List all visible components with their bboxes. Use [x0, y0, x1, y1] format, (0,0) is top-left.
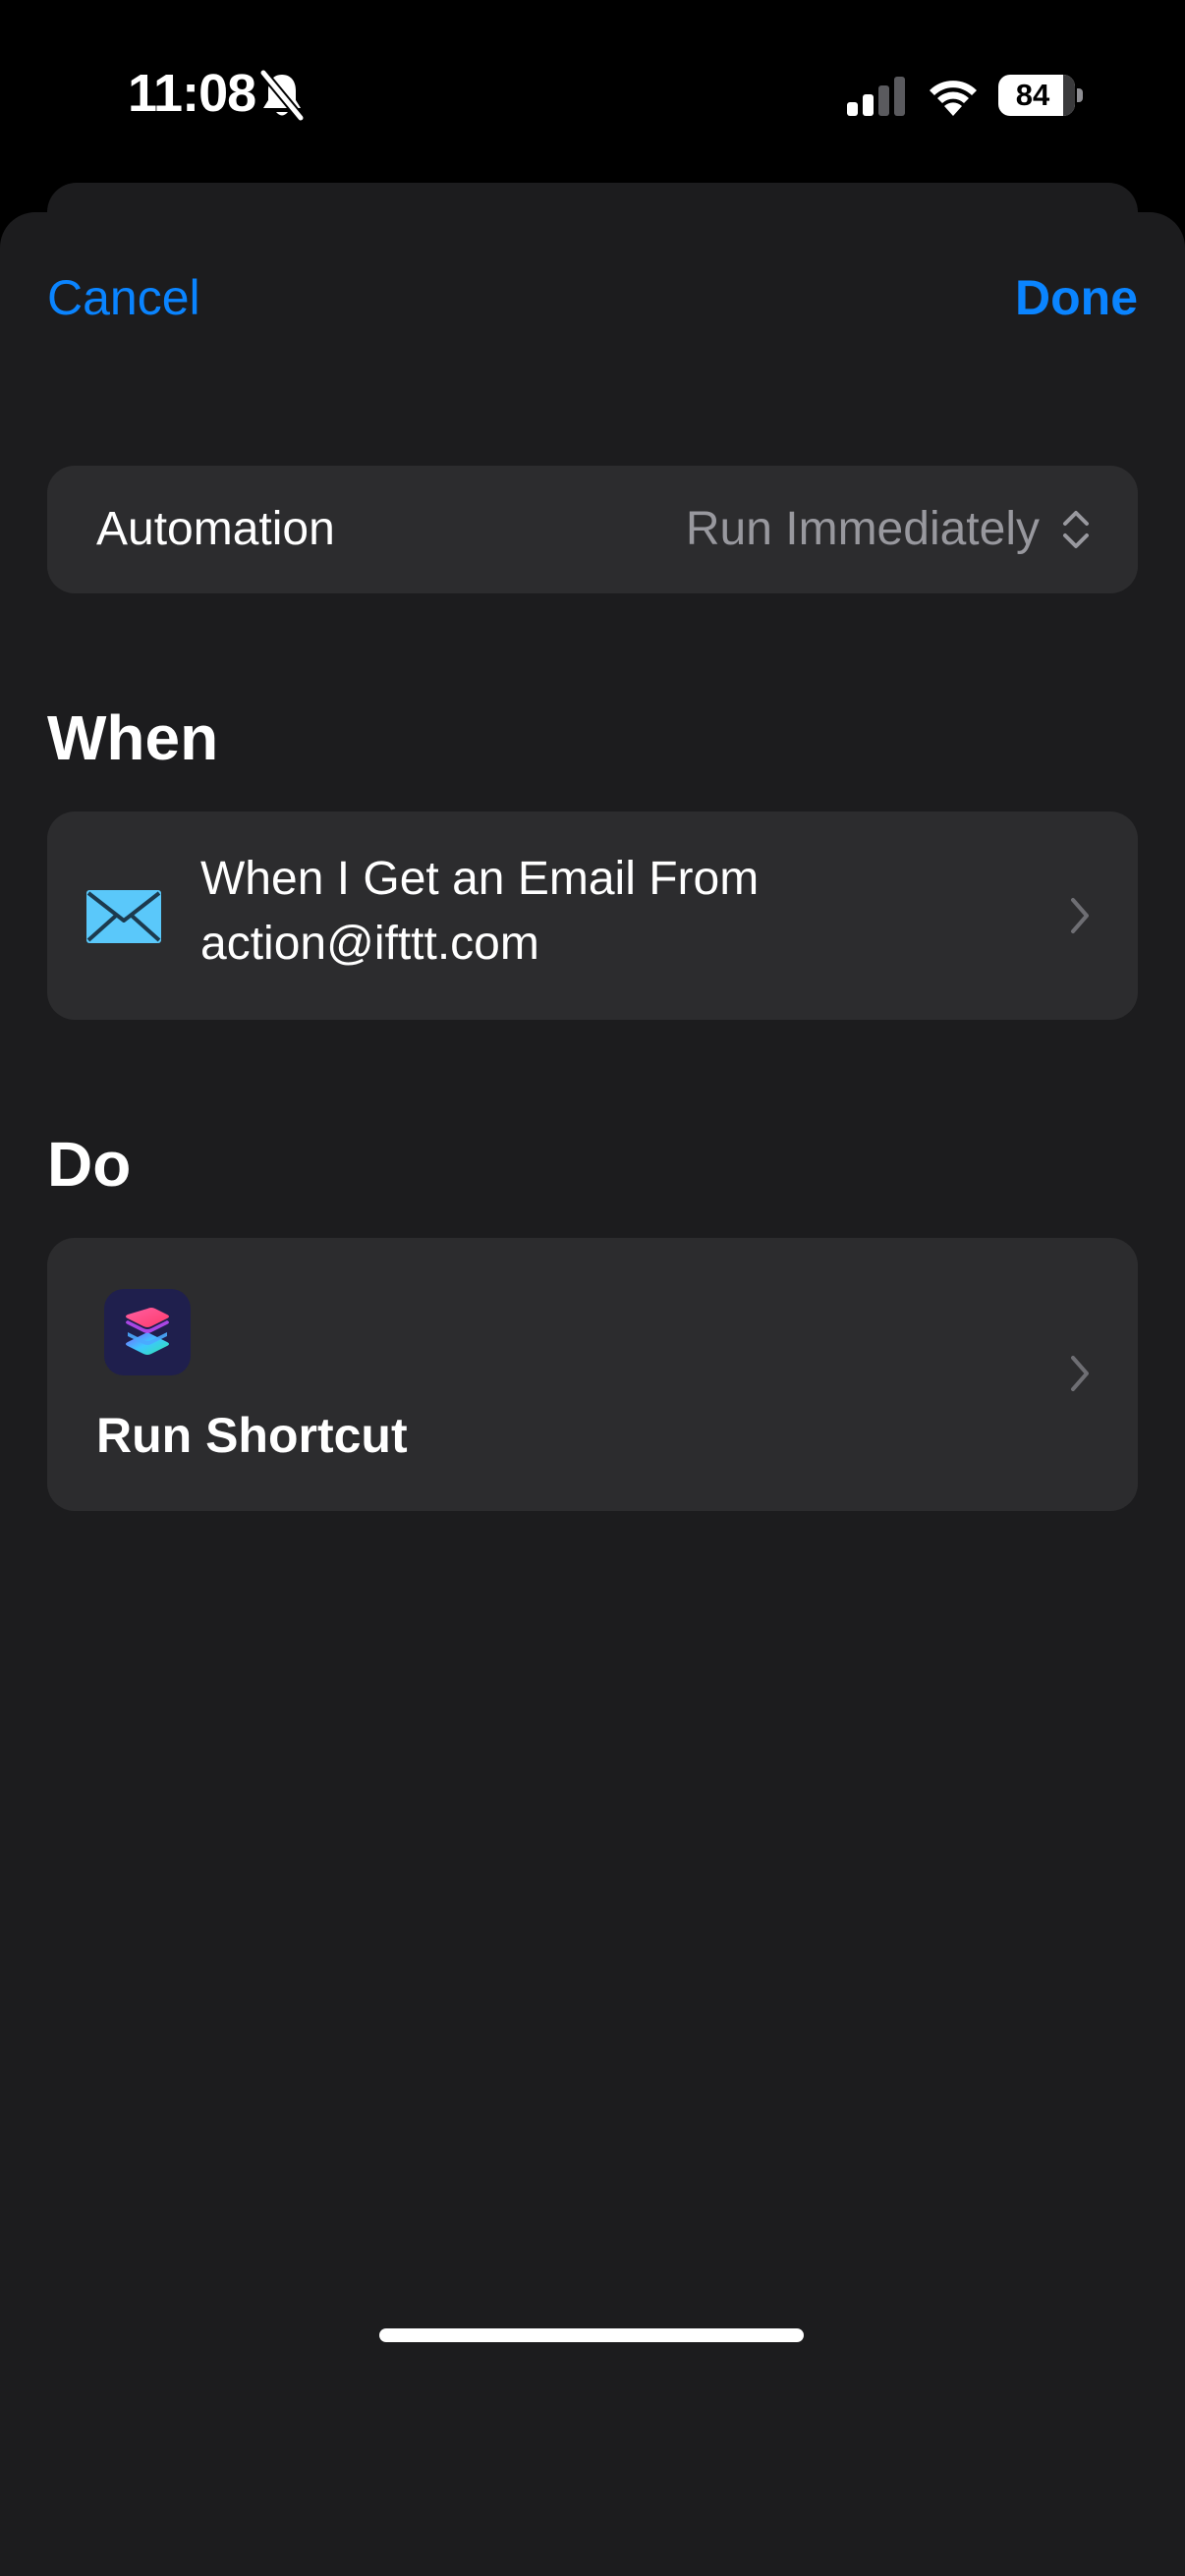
automation-run-setting[interactable]: Automation Run Immediately [47, 466, 1138, 593]
chevron-right-icon [1071, 1356, 1089, 1391]
cellular-signal-icon [847, 77, 905, 116]
trigger-email-address: action@ifttt.com [200, 918, 539, 970]
trigger-description: When I Get an Email From action@ifttt.co… [200, 847, 759, 977]
screen: 11:08 84 Cancel Done Automation Run Imme… [0, 0, 1185, 2576]
cancel-button[interactable]: Cancel [47, 269, 200, 326]
wifi-icon [930, 81, 977, 116]
shortcuts-app-icon [104, 1289, 191, 1375]
battery-icon: 84 [998, 75, 1083, 116]
email-trigger-row[interactable]: When I Get an Email From action@ifttt.co… [47, 812, 1138, 1020]
bell-slash-icon [258, 69, 306, 122]
chevron-up-down-icon [1063, 511, 1089, 548]
status-bar: 11:08 84 [0, 0, 1185, 187]
run-shortcut-action-row[interactable]: Run Shortcut [47, 1238, 1138, 1511]
done-button[interactable]: Done [1015, 269, 1138, 326]
when-section-title: When [47, 702, 219, 773]
chevron-right-icon [1071, 898, 1089, 933]
do-section-title: Do [47, 1129, 132, 1200]
trigger-line-1: When I Get an Email From [200, 853, 760, 905]
mail-icon [86, 890, 161, 943]
automation-sheet: Cancel Done Automation Run Immediately W… [0, 212, 1185, 2576]
home-indicator[interactable] [379, 2328, 804, 2342]
status-time: 11:08 [128, 64, 256, 123]
action-label: Run Shortcut [96, 1408, 408, 1463]
automation-label: Automation [96, 503, 335, 555]
automation-value: Run Immediately [685, 503, 1040, 555]
battery-percent: 84 [1015, 78, 1050, 112]
